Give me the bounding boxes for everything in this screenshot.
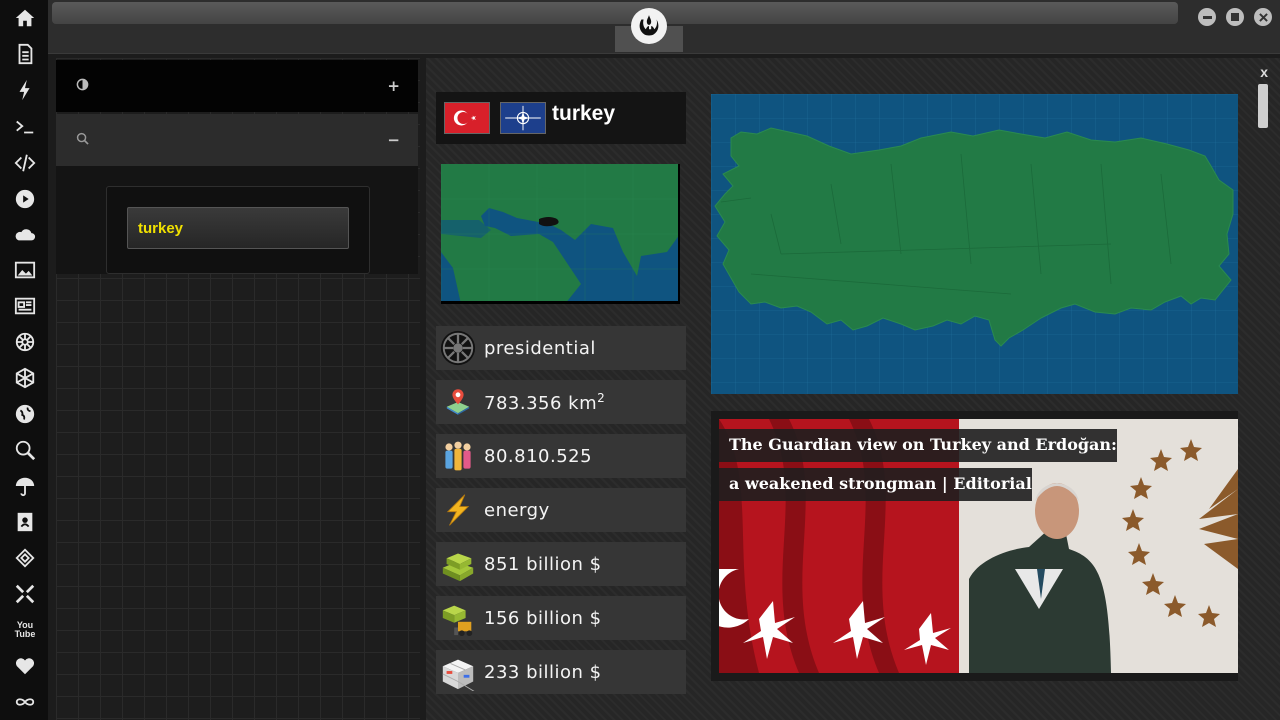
newspaper-icon[interactable]: [12, 293, 38, 319]
address-bar[interactable]: [52, 2, 1178, 24]
document-icon[interactable]: [12, 41, 38, 67]
left-panel: + −: [56, 58, 420, 720]
money-stack-icon: [438, 544, 478, 584]
world-minimap[interactable]: [441, 164, 680, 304]
map-pin-icon: [438, 382, 478, 422]
contrast-icon[interactable]: [76, 78, 89, 95]
youtube-icon[interactable]: You Tube: [12, 617, 38, 643]
image-icon[interactable]: [12, 257, 38, 283]
terminal-icon[interactable]: [12, 114, 38, 140]
search-row[interactable]: −: [56, 114, 418, 166]
country-search-input[interactable]: [127, 207, 349, 249]
play-icon[interactable]: [12, 186, 38, 212]
contacts-icon[interactable]: [12, 509, 38, 535]
tag-icon[interactable]: [12, 545, 38, 571]
close-panel-button[interactable]: x: [1260, 64, 1268, 80]
country-name: turkey: [552, 102, 616, 125]
population-row: 80.810.525: [436, 434, 686, 478]
expand-toggle[interactable]: +: [387, 77, 400, 95]
top-bar: [48, 0, 1280, 54]
area-unit-exponent: 2: [597, 390, 606, 405]
population-icon: [438, 436, 478, 476]
country-header: turkey: [436, 92, 686, 144]
news-card[interactable]: The Guardian view on Turkey and Erdoğan:…: [711, 411, 1238, 681]
turkey-flag-icon: [444, 102, 490, 134]
gdp-value: 851 billion $: [484, 553, 602, 575]
imports-value: 233 billion $: [484, 661, 602, 683]
area-number: 783.356 km: [484, 392, 598, 414]
exports-forklift-icon: [438, 598, 478, 638]
collapse-toggle[interactable]: −: [387, 131, 400, 149]
heart-icon[interactable]: [12, 653, 38, 679]
umbrella-icon[interactable]: [12, 473, 38, 499]
globe-icon[interactable]: [12, 401, 38, 427]
empire-icon: [438, 328, 478, 368]
theme-row[interactable]: +: [56, 60, 418, 112]
search-box: [106, 186, 370, 274]
close-window-button[interactable]: [1254, 8, 1272, 26]
hexagon-icon[interactable]: [12, 365, 38, 391]
empire-icon[interactable]: [12, 329, 38, 355]
app-sidebar: You Tube: [0, 0, 48, 720]
search-icon[interactable]: [12, 437, 38, 463]
search-icon[interactable]: [76, 132, 89, 149]
imports-boxes-icon: [438, 652, 478, 692]
exports-value: 156 billion $: [484, 607, 602, 629]
nato-flag-icon: [500, 102, 546, 134]
news-headline-text[interactable]: The Guardian view on Turkey and Erdoğan:…: [719, 429, 1117, 501]
exports-row: 156 billion $: [436, 596, 686, 640]
government-row: presidential: [436, 326, 686, 370]
government-value: presidential: [484, 337, 596, 359]
minimize-button[interactable]: [1198, 8, 1216, 26]
imports-row: 233 billion $: [436, 650, 686, 694]
population-value: 80.810.525: [484, 445, 593, 467]
rebel-alliance-logo[interactable]: [631, 8, 667, 44]
area-value: 783.356 km2: [484, 391, 605, 414]
country-panel: x turkey presidential 783.356 km2 80.810…: [426, 58, 1280, 720]
news-headline[interactable]: The Guardian view on Turkey and Erdoğan:…: [719, 425, 1119, 503]
energy-bolt-icon: [438, 490, 478, 530]
cloud-icon[interactable]: [12, 221, 38, 247]
country-map[interactable]: [711, 94, 1238, 394]
resource-value: energy: [484, 499, 550, 521]
expand-icon[interactable]: [12, 581, 38, 607]
resource-row: energy: [436, 488, 686, 532]
lightning-icon[interactable]: [12, 77, 38, 103]
maximize-button[interactable]: [1226, 8, 1244, 26]
home-icon[interactable]: [12, 5, 38, 31]
scrollbar-thumb[interactable]: [1258, 84, 1268, 128]
infinity-icon[interactable]: [12, 689, 38, 715]
area-row: 783.356 km2: [436, 380, 686, 424]
gdp-row: 851 billion $: [436, 542, 686, 586]
code-icon[interactable]: [12, 150, 38, 176]
